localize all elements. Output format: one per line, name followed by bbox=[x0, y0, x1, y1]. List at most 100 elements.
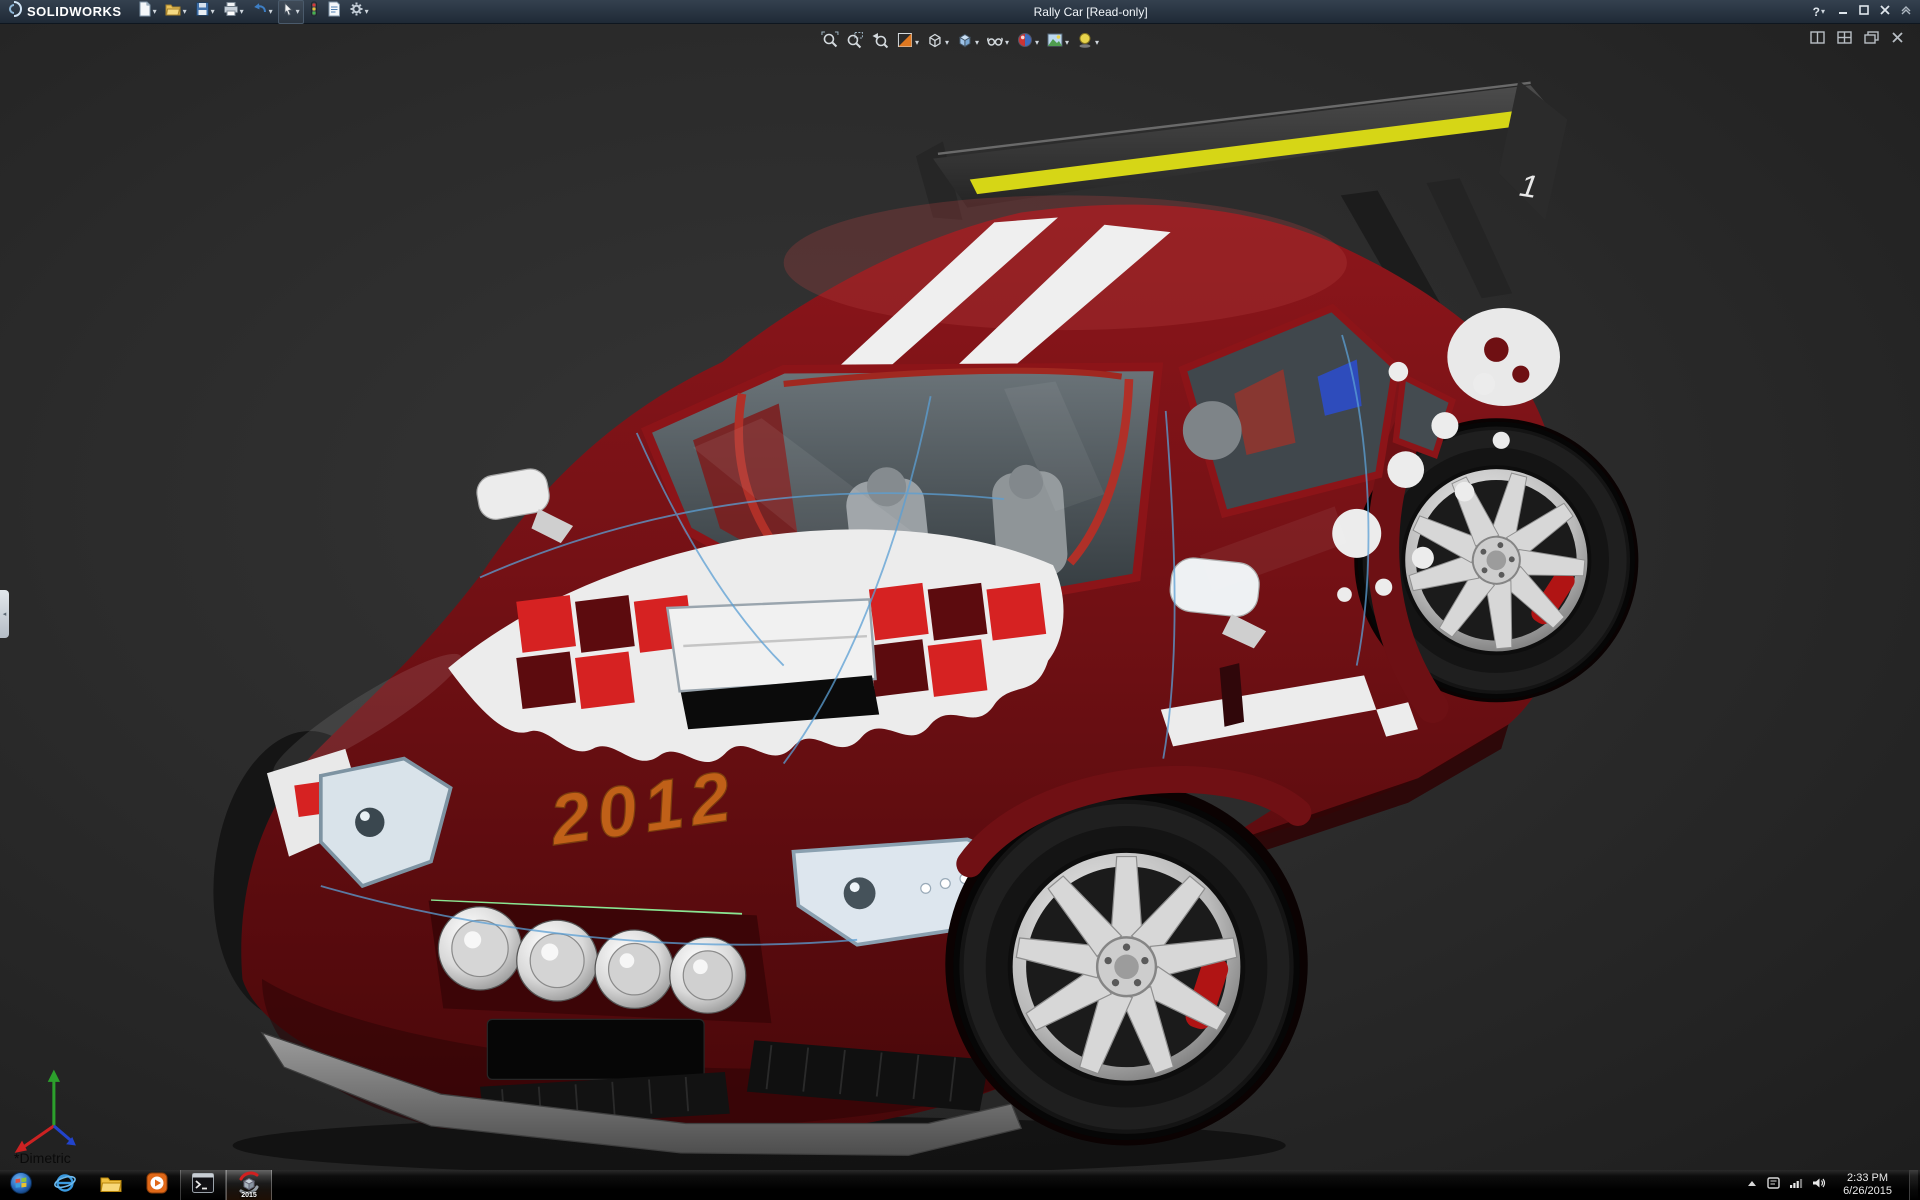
dassault-3ds-logo-icon bbox=[6, 1, 22, 22]
view-settings-button[interactable]: ▾ bbox=[1074, 30, 1101, 55]
action-center-icon[interactable] bbox=[1767, 1176, 1780, 1194]
dropdown-caret[interactable]: ▾ bbox=[1065, 39, 1069, 47]
dropdown-caret[interactable]: ▾ bbox=[1095, 39, 1099, 47]
document-pane-controls bbox=[1810, 31, 1904, 49]
dropdown-caret[interactable]: ▾ bbox=[975, 39, 979, 47]
open-folder-icon bbox=[165, 1, 182, 22]
solidworks-logo: SOLIDWORKS bbox=[0, 1, 134, 22]
select-button[interactable]: ▾ bbox=[278, 0, 304, 24]
dropdown-caret[interactable]: ▾ bbox=[296, 8, 300, 16]
start-button[interactable] bbox=[0, 1170, 42, 1200]
options-button[interactable]: ▾ bbox=[346, 0, 372, 23]
dropdown-caret[interactable]: ▾ bbox=[269, 8, 273, 16]
save-floppy-icon bbox=[195, 1, 210, 22]
license-plate bbox=[487, 1019, 704, 1079]
view-settings-icon bbox=[1076, 31, 1094, 54]
titlebar: SOLIDWORKS ▾ ▾ ▾ ▾ ▾ bbox=[0, 0, 1920, 24]
hood-scoop bbox=[667, 599, 879, 729]
hide-show-items-button[interactable]: ▾ bbox=[984, 30, 1011, 55]
dropdown-caret[interactable]: ▾ bbox=[1005, 39, 1009, 47]
dropdown-caret[interactable]: ▾ bbox=[945, 39, 949, 47]
dropdown-caret[interactable]: ▾ bbox=[211, 8, 215, 16]
show-desktop-button[interactable] bbox=[1909, 1170, 1918, 1200]
dropdown-caret[interactable]: ▾ bbox=[365, 8, 369, 16]
internet-explorer-icon bbox=[53, 1171, 77, 1200]
rebuild-button[interactable] bbox=[306, 0, 322, 23]
undo-button[interactable]: ▾ bbox=[249, 0, 276, 23]
restore-window-button[interactable] bbox=[1864, 31, 1879, 49]
zoom-to-fit-icon bbox=[821, 31, 839, 54]
edit-appearance-button[interactable]: ▾ bbox=[1014, 30, 1041, 55]
printer-icon bbox=[223, 1, 239, 22]
display-style-cube-icon bbox=[956, 31, 974, 54]
dropdown-caret[interactable]: ▾ bbox=[153, 8, 157, 16]
close-window-button[interactable] bbox=[1891, 31, 1904, 49]
media-player-icon bbox=[145, 1171, 169, 1200]
taskbar-internet-explorer[interactable] bbox=[42, 1170, 88, 1200]
section-view-icon bbox=[896, 31, 914, 54]
taskbar-clock[interactable]: 2:33 PM 6/26/2015 bbox=[1835, 1172, 1900, 1198]
close-button[interactable] bbox=[1879, 3, 1891, 21]
zoom-to-area-button[interactable] bbox=[844, 30, 866, 55]
section-view-button[interactable]: ▾ bbox=[894, 30, 921, 55]
apply-scene-icon bbox=[1046, 31, 1064, 54]
network-icon[interactable] bbox=[1789, 1176, 1803, 1194]
solidworks-version-badge: 2015 bbox=[227, 1192, 271, 1199]
collapse-toolbar-chevron-icon[interactable] bbox=[1900, 3, 1912, 21]
rebuild-traffic-icon bbox=[309, 1, 319, 22]
file-properties-icon bbox=[327, 1, 341, 22]
dropdown-caret[interactable]: ▾ bbox=[1821, 8, 1825, 16]
minimize-button[interactable] bbox=[1837, 3, 1849, 21]
headsup-view-toolbar: ▾ ▾ ▾ ▾ ▾ ▾ ▾ bbox=[819, 30, 1101, 55]
apply-scene-button[interactable]: ▾ bbox=[1044, 30, 1071, 55]
expand-arrow-icon: ◂ bbox=[3, 610, 7, 618]
maximize-button[interactable] bbox=[1858, 3, 1870, 21]
folder-icon bbox=[99, 1172, 123, 1199]
new-document-button[interactable]: ▾ bbox=[134, 0, 160, 23]
taskbar-solidworks-2015[interactable]: 2015 bbox=[226, 1170, 272, 1200]
file-properties-button[interactable] bbox=[324, 0, 344, 23]
window-controls: ? ▾ bbox=[1810, 3, 1920, 21]
zoom-to-area-icon bbox=[846, 31, 864, 54]
edit-appearance-ball-icon bbox=[1016, 31, 1034, 54]
save-button[interactable]: ▾ bbox=[192, 0, 218, 23]
clock-date: 6/26/2015 bbox=[1843, 1185, 1892, 1198]
command-prompt-icon bbox=[191, 1172, 215, 1199]
help-icon: ? bbox=[1813, 5, 1820, 19]
select-cursor-icon bbox=[282, 2, 295, 22]
windows-start-orb-icon bbox=[9, 1171, 33, 1200]
taskbar-file-explorer[interactable] bbox=[88, 1170, 134, 1200]
dropdown-caret[interactable]: ▾ bbox=[183, 8, 187, 16]
graphics-viewport[interactable]: 1 bbox=[0, 24, 1920, 1170]
volume-icon[interactable] bbox=[1812, 1176, 1826, 1194]
previous-view-button[interactable] bbox=[869, 30, 891, 55]
tile-panes-button[interactable] bbox=[1837, 31, 1852, 49]
taskbar-media-player[interactable] bbox=[134, 1170, 180, 1200]
dropdown-caret[interactable]: ▾ bbox=[1035, 39, 1039, 47]
model-scene[interactable]: 1 bbox=[0, 24, 1920, 1170]
dropdown-caret[interactable]: ▾ bbox=[240, 8, 244, 16]
feature-manager-collapsed-tab[interactable]: ◂ bbox=[0, 590, 9, 638]
help-button[interactable]: ? ▾ bbox=[1810, 4, 1828, 20]
open-document-button[interactable]: ▾ bbox=[162, 0, 190, 23]
hidden-icons-chevron[interactable] bbox=[1746, 1176, 1758, 1194]
view-orientation-label: *Dimetric bbox=[14, 1150, 71, 1166]
document-title: Rally Car [Read-only] bbox=[372, 5, 1810, 19]
display-style-button[interactable]: ▾ bbox=[954, 30, 981, 55]
taskbar: 2015 2:33 PM 6/26/2015 bbox=[0, 1170, 1920, 1200]
quick-access-toolbar: ▾ ▾ ▾ ▾ ▾ ▾ bbox=[134, 0, 372, 24]
dropdown-caret[interactable]: ▾ bbox=[915, 39, 919, 47]
solidworks-window: SOLIDWORKS ▾ ▾ ▾ ▾ ▾ bbox=[0, 0, 1920, 1200]
view-orientation-button[interactable]: ▾ bbox=[924, 30, 951, 55]
app-name: SOLIDWORKS bbox=[27, 4, 122, 19]
system-tray: 2:33 PM 6/26/2015 bbox=[1746, 1170, 1920, 1200]
orientation-triad[interactable] bbox=[15, 1070, 76, 1153]
previous-view-icon bbox=[871, 31, 889, 54]
split-pane-button[interactable] bbox=[1810, 31, 1825, 49]
taskbar-command-prompt[interactable] bbox=[180, 1170, 226, 1200]
car-model[interactable]: 2012 bbox=[200, 195, 1663, 1170]
hide-show-glasses-icon bbox=[986, 31, 1004, 54]
zoom-to-fit-button[interactable] bbox=[819, 30, 841, 55]
clock-time: 2:33 PM bbox=[1843, 1172, 1892, 1185]
print-button[interactable]: ▾ bbox=[220, 0, 247, 23]
